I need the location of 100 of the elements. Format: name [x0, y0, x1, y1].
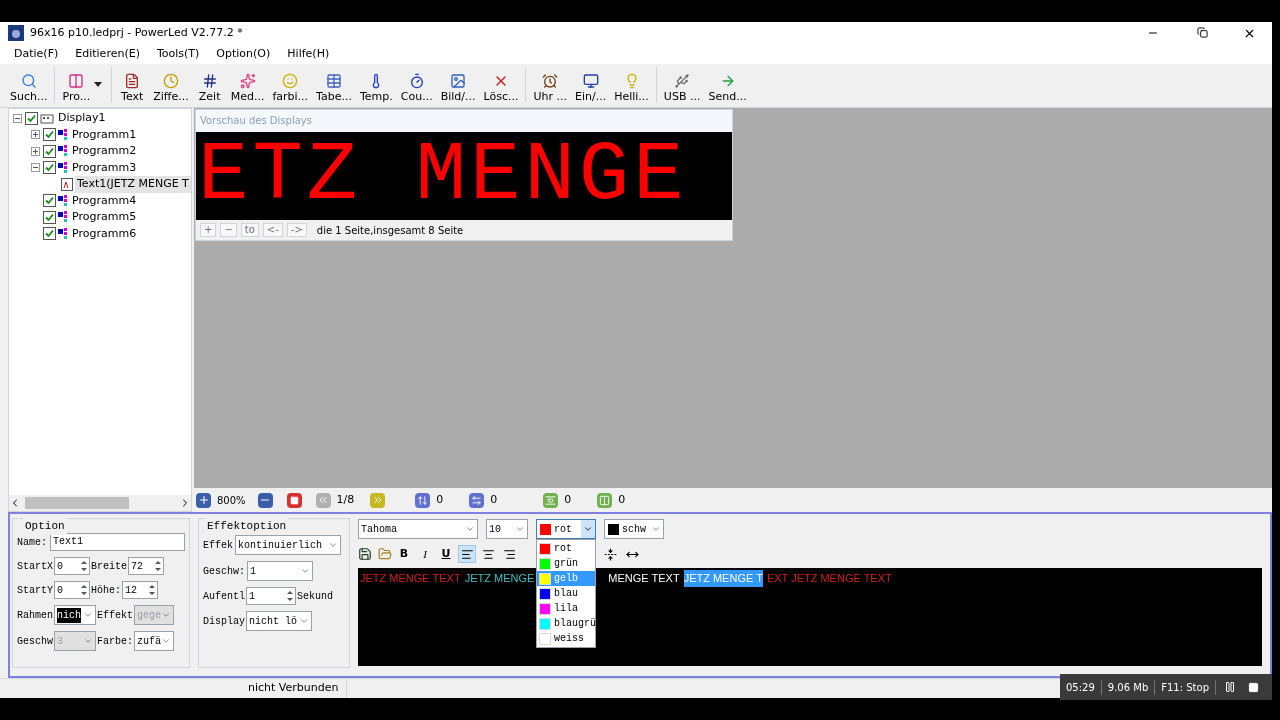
- offset-button[interactable]: [469, 492, 485, 508]
- startx-spinner[interactable]: 0: [54, 557, 90, 575]
- spinner-arrows-icon[interactable]: [79, 582, 89, 598]
- background-color-dropdown[interactable]: schw: [604, 519, 664, 539]
- toolbar-button[interactable]: Temp.: [355, 72, 397, 105]
- offset-button[interactable]: [415, 492, 431, 508]
- toolbar-button[interactable]: Send...: [704, 72, 751, 105]
- collapse-icon[interactable]: [12, 113, 22, 123]
- spinner-arrows-icon[interactable]: [285, 588, 295, 604]
- monitor-icon: [582, 72, 599, 89]
- color-option[interactable]: grün: [537, 556, 595, 571]
- menu-item[interactable]: Editieren(E): [67, 45, 148, 63]
- color-option[interactable]: lila: [537, 601, 595, 616]
- line-spacing-icon[interactable]: [604, 547, 617, 561]
- clock-icon: [162, 72, 179, 89]
- menu-item[interactable]: Hilfe(H): [279, 45, 338, 63]
- menu-item[interactable]: Datie(F): [6, 45, 67, 63]
- tree-item[interactable]: Programm5: [70, 209, 139, 226]
- blocks-icon: [68, 72, 85, 89]
- toolbar-button[interactable]: Ziffe...: [149, 72, 193, 105]
- nav-button[interactable]: to: [240, 223, 259, 237]
- toolbar-button[interactable]: Tabe...: [312, 72, 356, 105]
- underline-button[interactable]: U: [437, 545, 455, 563]
- chevron-down-icon: [83, 610, 93, 620]
- italic-button[interactable]: I: [416, 545, 434, 563]
- size-dropdown[interactable]: 10: [486, 519, 528, 539]
- save-icon[interactable]: [358, 547, 372, 561]
- toolbar-button[interactable]: Pro...: [58, 72, 95, 105]
- width-spinner[interactable]: 72: [128, 557, 165, 575]
- restore-icon[interactable]: [1197, 26, 1208, 38]
- effect-dropdown[interactable]: kontinuierlich: [235, 535, 341, 555]
- color-option[interactable]: rot: [537, 541, 595, 556]
- folder-icon[interactable]: [378, 547, 392, 561]
- toolbar-button[interactable]: Such...: [6, 72, 52, 105]
- toolbar-button[interactable]: Med...: [226, 72, 269, 105]
- spinner-arrows-icon[interactable]: [153, 558, 164, 574]
- field-label: Breite: [91, 559, 128, 574]
- toolbar-button[interactable]: Zeit: [192, 72, 227, 105]
- toolbar-button[interactable]: Ein/...: [570, 72, 611, 105]
- field-label: Rahmen: [17, 608, 53, 623]
- color-option[interactable]: blau: [537, 586, 595, 601]
- nav-button[interactable]: <-: [262, 223, 283, 237]
- font-dropdown[interactable]: Tahoma: [358, 519, 478, 539]
- double-chevron-left-icon: [317, 494, 330, 506]
- nav-button[interactable]: ->: [286, 223, 307, 237]
- checkbox[interactable]: [43, 227, 56, 241]
- expand-icon[interactable]: [30, 130, 40, 140]
- stop-button[interactable]: [286, 492, 302, 508]
- tree-item[interactable]: Programm3: [70, 159, 139, 176]
- align-left-button[interactable]: [458, 545, 476, 563]
- toolbar-button[interactable]: farbi...: [268, 72, 313, 105]
- spinner-arrows-icon[interactable]: [147, 582, 158, 598]
- checkbox[interactable]: [43, 161, 56, 175]
- toolbar-button[interactable]: Helli...: [610, 72, 653, 105]
- image-icon: [450, 72, 467, 89]
- collapse-icon[interactable]: [30, 163, 40, 173]
- tree-item[interactable]: Programm4: [70, 192, 139, 209]
- display-dropdown[interactable]: nicht lö: [246, 611, 312, 631]
- tree-item[interactable]: Programm1: [70, 126, 139, 143]
- speed-dropdown[interactable]: 1: [247, 561, 313, 581]
- align-lines-icon: [502, 547, 516, 561]
- nav-button[interactable]: −: [220, 223, 237, 237]
- duration-spinner[interactable]: 1: [246, 587, 296, 605]
- expand-icon[interactable]: [30, 146, 40, 156]
- name-field[interactable]: Text1: [50, 533, 185, 551]
- toolbar-button[interactable]: USB ...: [659, 72, 705, 105]
- tree-item[interactable]: Programm2: [70, 143, 139, 160]
- tree-item[interactable]: Display1: [56, 110, 108, 127]
- tree-item[interactable]: Programm6: [70, 225, 139, 242]
- stop-icon[interactable]: [1248, 681, 1259, 693]
- pause-icon[interactable]: [1224, 681, 1236, 693]
- nav-button[interactable]: +: [200, 223, 217, 237]
- toolbar-button[interactable]: Text: [115, 72, 150, 105]
- toolbar-button[interactable]: Cou...: [396, 72, 437, 105]
- color-option[interactable]: weiss: [537, 631, 595, 646]
- height-spinner[interactable]: 12: [122, 581, 159, 599]
- color-option[interactable]: blaugrü: [537, 616, 595, 631]
- color-dropdown[interactable]: zufä: [134, 631, 175, 651]
- toolbar-button[interactable]: Bild/...: [436, 72, 480, 105]
- zoom-out-button[interactable]: [257, 492, 273, 508]
- scrollbar-thumb[interactable]: [25, 497, 129, 509]
- checkbox[interactable]: [25, 111, 38, 125]
- toolbar-button[interactable]: Uhr ...: [529, 72, 571, 105]
- checkbox[interactable]: [43, 194, 56, 208]
- text-color-dropdown[interactable]: rot: [536, 519, 596, 539]
- bold-button[interactable]: B: [395, 545, 413, 563]
- field-label: Farbe:: [97, 634, 134, 649]
- spinner-arrows-icon[interactable]: [79, 558, 89, 574]
- menu-item[interactable]: Option(O): [208, 45, 279, 63]
- toolbar-button[interactable]: Lösc...: [479, 72, 523, 105]
- checkbox[interactable]: [43, 210, 56, 224]
- field-label: Effek: [203, 538, 233, 553]
- tree-item[interactable]: Text1(JETZ MENGE T: [75, 176, 191, 193]
- frame-dropdown[interactable]: nich: [54, 605, 96, 625]
- starty-spinner[interactable]: 0: [54, 581, 90, 599]
- checkbox[interactable]: [43, 144, 56, 158]
- zoom-in-button[interactable]: [196, 492, 211, 508]
- dropdown-caret-icon[interactable]: [94, 82, 103, 87]
- checkbox[interactable]: [43, 128, 56, 142]
- menu-item[interactable]: Tools(T): [148, 45, 208, 63]
